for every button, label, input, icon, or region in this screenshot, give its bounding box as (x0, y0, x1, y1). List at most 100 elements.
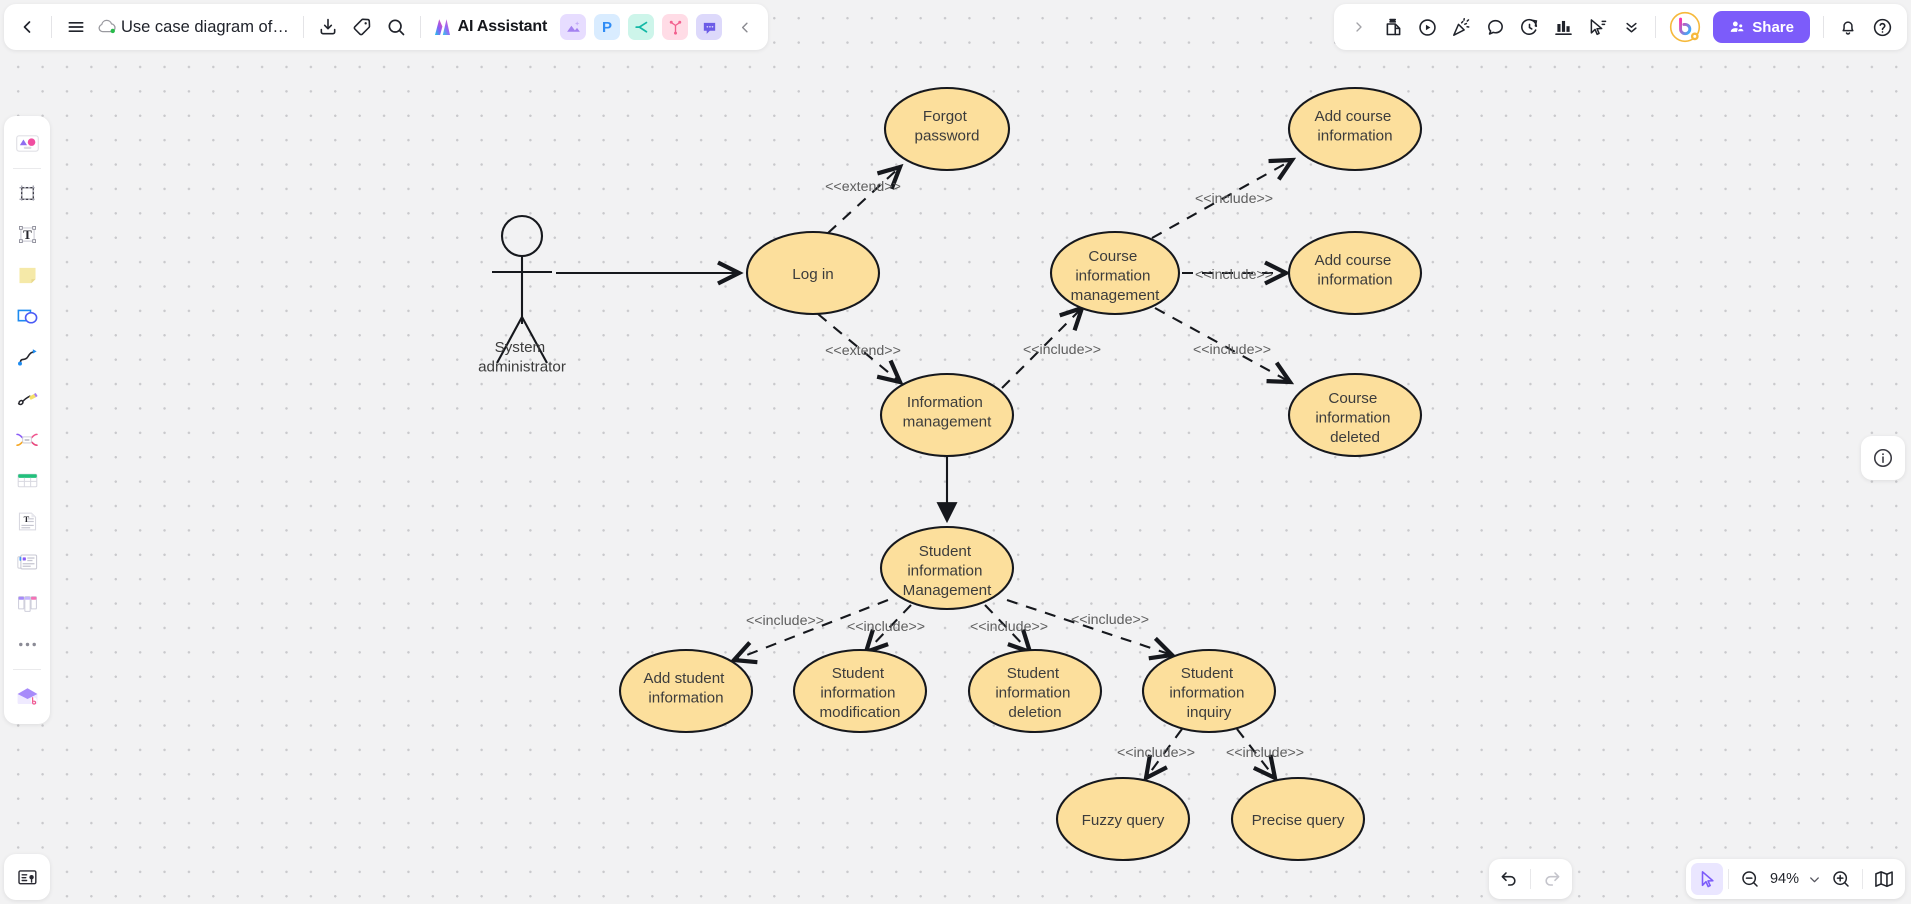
use-case-log-in[interactable]: Log in (745, 230, 881, 316)
edge-label-include-5: <<include>> (746, 613, 824, 629)
info-icon[interactable] (1861, 436, 1905, 480)
edge-label-include-4: <<include>> (1193, 342, 1271, 358)
node-text: information (1317, 272, 1392, 289)
use-case-course-information-deleted[interactable]: Course information deleted (1287, 372, 1423, 458)
back-icon[interactable] (10, 10, 44, 44)
document-title[interactable]: Use case diagram of stu... (121, 18, 292, 37)
undo-icon[interactable] (1493, 863, 1525, 895)
use-case-student-information-management[interactable]: Student information Management (879, 525, 1015, 611)
presentation-app-icon[interactable]: P (594, 14, 620, 40)
node-text: Forgot (923, 108, 968, 125)
chart-icon[interactable] (1546, 10, 1580, 44)
edge-label-include-2: <<include>> (1195, 191, 1273, 207)
use-case-student-information-deletion[interactable]: Student information deletion (967, 648, 1103, 734)
more-tools-icon[interactable] (8, 626, 46, 664)
document-icon[interactable]: T (8, 503, 46, 541)
sticky-note-icon[interactable] (8, 257, 46, 295)
history-icon[interactable] (1512, 10, 1546, 44)
actor-label-line1: System (495, 339, 546, 356)
shapes-library-icon[interactable] (8, 125, 46, 163)
divider (1727, 869, 1729, 889)
template-icon[interactable] (1376, 10, 1410, 44)
divider (13, 669, 41, 670)
divider (1823, 16, 1824, 38)
use-case-information-management[interactable]: Information management (879, 372, 1015, 458)
image-app-icon[interactable] (560, 14, 586, 40)
notifications-icon[interactable] (1831, 10, 1865, 44)
chevron-double-down-icon[interactable] (1614, 10, 1648, 44)
edge-label-include-9: <<include>> (1117, 745, 1195, 761)
actor-system-administrator[interactable]: System administrator (478, 214, 566, 376)
divider (419, 16, 421, 38)
edge-login-forgot-password[interactable] (827, 163, 904, 234)
use-case-student-information-inquiry[interactable]: Student information inquiry (1141, 648, 1277, 734)
node-text: information (1317, 128, 1392, 145)
use-case-diagram[interactable]: System administrator <<extend>> <<extend… (0, 0, 1911, 904)
node-text: Add course (1314, 252, 1391, 269)
redo-icon[interactable] (1536, 863, 1568, 895)
comment-bubble-icon[interactable] (1478, 10, 1512, 44)
divider (1655, 16, 1657, 38)
svg-text:Fuzzy query: Fuzzy query (1082, 812, 1165, 829)
share-label: Share (1752, 18, 1794, 36)
mind-map-icon[interactable] (8, 421, 46, 459)
pen-icon[interactable] (8, 380, 46, 418)
node-tree-app-icon[interactable] (662, 14, 688, 40)
search-icon[interactable] (379, 10, 413, 44)
edge-label-include-6: <<include>> (847, 619, 925, 635)
use-case-forgot-password[interactable]: Forgot password (883, 86, 1011, 172)
zoom-level-value[interactable]: 94% (1766, 871, 1803, 887)
resources-icon[interactable] (8, 676, 46, 714)
zoom-out-icon[interactable] (1734, 863, 1766, 895)
node-text: Course (1088, 248, 1137, 265)
minimap-icon[interactable] (1868, 863, 1900, 895)
svg-text:Log in: Log in (792, 266, 833, 283)
frame-icon[interactable] (8, 175, 46, 213)
actor-label-line2: administrator (478, 359, 566, 376)
edge-label-include-8: <<include>> (1071, 612, 1149, 628)
node-text: Student (919, 543, 972, 560)
pointer-tool-icon[interactable] (1690, 863, 1723, 895)
chevron-right-icon[interactable] (1342, 10, 1376, 44)
node-text: management (1071, 287, 1160, 304)
left-tool-rail: T T (4, 116, 50, 724)
celebrate-icon[interactable] (1444, 10, 1478, 44)
play-circle-icon[interactable] (1410, 10, 1444, 44)
download-icon[interactable] (311, 10, 345, 44)
chevron-down-icon[interactable] (1803, 863, 1825, 895)
mindmap-app-icon[interactable] (628, 14, 654, 40)
node-text: information (907, 563, 982, 580)
presentation-cursor-icon[interactable] (1580, 10, 1614, 44)
shape-icon[interactable] (8, 298, 46, 336)
tag-icon[interactable] (345, 10, 379, 44)
divider (13, 168, 41, 169)
use-case-fuzzy-query[interactable]: Fuzzy query (1055, 776, 1191, 862)
node-text: Fuzzy query (1082, 812, 1165, 829)
edge-label-extend-2: <<extend>> (825, 343, 901, 359)
zoom-in-icon[interactable] (1825, 863, 1857, 895)
edge-label-include-7: <<include>> (970, 619, 1048, 635)
table-icon[interactable] (8, 462, 46, 500)
share-button[interactable]: Share (1713, 11, 1810, 43)
collapse-apps-icon[interactable] (728, 10, 762, 44)
text-icon[interactable]: T (8, 216, 46, 254)
use-case-add-course-information-2[interactable]: Add course information (1287, 230, 1423, 316)
help-icon[interactable] (1865, 10, 1899, 44)
ai-assistant-label: AI Assistant (457, 18, 548, 35)
connector-icon[interactable] (8, 339, 46, 377)
ai-assistant-button[interactable]: AI Assistant (428, 13, 551, 41)
use-case-course-information-management[interactable]: Course information management (1049, 230, 1181, 316)
top-right-toolbar: Share (1334, 4, 1907, 50)
hamburger-menu-icon[interactable] (59, 10, 93, 44)
card-icon[interactable] (8, 544, 46, 582)
presentation-notes-icon[interactable] (4, 854, 50, 900)
use-case-add-course-information-1[interactable]: Add course information (1287, 86, 1423, 172)
user-avatar[interactable] (1669, 11, 1701, 43)
node-text: information (1315, 410, 1390, 427)
kanban-icon[interactable] (8, 585, 46, 623)
use-case-student-information-modification[interactable]: Student information modification (792, 648, 928, 734)
node-text: Student (1007, 665, 1060, 682)
use-case-add-student-information[interactable]: Add student information (618, 648, 754, 734)
use-case-precise-query[interactable]: Precise query (1230, 776, 1366, 862)
comment-app-icon[interactable] (696, 14, 722, 40)
